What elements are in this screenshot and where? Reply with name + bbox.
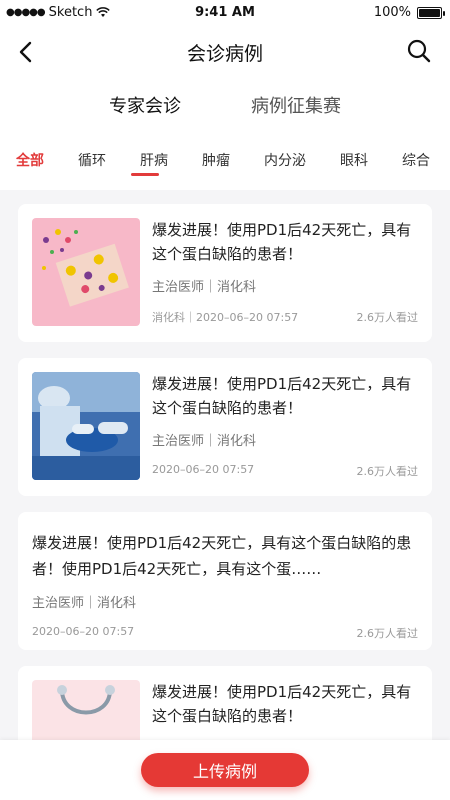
- case-date: 2020–06–20 07:57: [32, 625, 135, 638]
- case-meta: 2020–06–20 07:57 2.6万人看过: [32, 625, 418, 641]
- case-title: 爆发进展！使用PD1后42天死亡，具有这个蛋白缺陷的患者！: [152, 683, 412, 725]
- case-views: 2.6万人看过: [356, 627, 419, 640]
- search-icon[interactable]: [406, 38, 432, 64]
- tab-case-competition[interactable]: 病例征集赛: [251, 92, 341, 146]
- case-card-body: 爆发进展！使用PD1后42天死亡，具有这个蛋白缺陷的患者！ 主治医师｜消化科 2…: [152, 372, 418, 484]
- category-tabs: 全部 循环 肝病 肿瘤 内分泌 眼科 综合: [0, 146, 450, 190]
- category-all[interactable]: 全部: [16, 150, 44, 170]
- battery-percent: 100%: [373, 5, 411, 20]
- case-author: 主治医师｜消化科: [152, 280, 257, 295]
- case-title: 爆发进展！使用PD1后42天死亡，具有这个蛋白缺陷的患者！使用PD1后42天死亡…: [32, 534, 412, 578]
- case-department: 消化科: [152, 311, 185, 324]
- case-title: 爆发进展！使用PD1后42天死亡，具有这个蛋白缺陷的患者！: [152, 375, 412, 417]
- case-card[interactable]: 爆发进展！使用PD1后42天死亡，具有这个蛋白缺陷的患者！使用PD1后42天死亡…: [18, 512, 432, 650]
- case-author: 主治医师｜消化科: [32, 596, 137, 611]
- category-ophthalmology[interactable]: 眼科: [340, 150, 368, 170]
- case-date: 2020–06–20 07:57: [152, 463, 255, 476]
- case-views: 2.6万人看过: [356, 311, 419, 324]
- category-tumor[interactable]: 肿瘤: [202, 150, 230, 170]
- category-circulation[interactable]: 循环: [78, 150, 106, 170]
- case-date: 2020–06–20 07:57: [196, 311, 299, 324]
- category-endocrine[interactable]: 内分泌: [264, 150, 306, 170]
- category-general[interactable]: 综合: [402, 150, 430, 170]
- meta-separator: ｜: [185, 311, 196, 324]
- status-right: 100%: [373, 5, 445, 20]
- case-thumbnail: [32, 372, 140, 480]
- case-card[interactable]: 爆发进展！使用PD1后42天死亡，具有这个蛋白缺陷的患者！ 主治医师｜消化科 2…: [18, 358, 432, 496]
- category-liver[interactable]: 肝病: [140, 150, 168, 170]
- status-bar: ●●●●● Sketch 9:41 AM 100%: [0, 0, 450, 26]
- case-thumbnail: [32, 218, 140, 326]
- case-card[interactable]: 爆发进展！使用PD1后42天死亡，具有这个蛋白缺陷的患者！ 主治医师｜消化科 消…: [18, 204, 432, 342]
- case-author: 主治医师｜消化科: [152, 434, 257, 449]
- case-views: 2.6万人看过: [356, 465, 419, 478]
- tab-expert-consultation[interactable]: 专家会诊: [109, 92, 181, 146]
- case-card-body: 爆发进展！使用PD1后42天死亡，具有这个蛋白缺陷的患者！ 主治医师｜消化科 消…: [152, 218, 418, 330]
- case-feed: 爆发进展！使用PD1后42天死亡，具有这个蛋白缺陷的患者！ 主治医师｜消化科 消…: [0, 190, 450, 800]
- nav-bar: 会诊病例: [0, 26, 450, 78]
- main-tabs: 专家会诊 病例征集赛: [0, 78, 450, 146]
- case-title: 爆发进展！使用PD1后42天死亡，具有这个蛋白缺陷的患者！: [152, 221, 412, 263]
- case-meta: 消化科｜2020–06–20 07:57 2.6万人看过: [152, 309, 418, 325]
- page-title: 会诊病例: [186, 43, 263, 65]
- upload-case-button[interactable]: 上传病例: [141, 753, 309, 787]
- battery-icon: [417, 6, 445, 19]
- bottom-bar: 上传病例: [0, 740, 450, 800]
- case-meta: 2020–06–20 07:57 2.6万人看过: [152, 463, 418, 479]
